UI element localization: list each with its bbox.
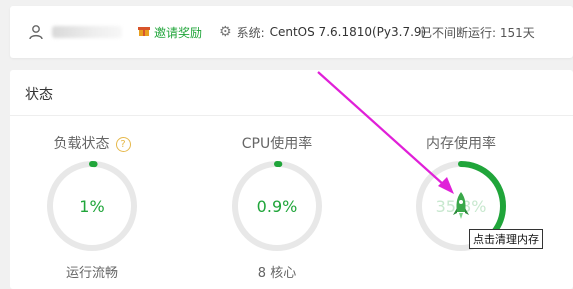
load-gauge[interactable]: 负载状态? 1% 运行流畅 [37, 134, 147, 281]
load-gauge-value: 1% [79, 197, 104, 216]
load-gauge-sub: 运行流畅 [65, 266, 118, 281]
status-panel: 状态 负载状态? 1% 运行流畅 CPU使用率 0.9% 8 核心 内存使用率 … [10, 70, 573, 289]
user-icon [28, 6, 44, 58]
load-gauge-label: 负载状态 [53, 136, 110, 152]
uptime-text: 已不间断运行: 151天 [420, 25, 535, 40]
system-info: ⚙ 系统: CentOS 7.6.1810(Py3.7.9) [219, 6, 426, 58]
cpu-gauge-sub: 8 核心 [257, 266, 297, 281]
load-gauge-ring: 1% [47, 161, 137, 251]
cpu-gauge-label: CPU使用率 [241, 136, 313, 152]
divider [10, 115, 573, 116]
system-value: CentOS 7.6.1810(Py3.7.9) [269, 25, 427, 39]
cpu-gauge-ring: 0.9% [232, 161, 322, 251]
system-label: 系统: [236, 25, 265, 40]
cpu-gauge-value: 0.9% [257, 197, 298, 216]
memory-gauge-label: 内存使用率 [426, 136, 496, 152]
username-blurred [52, 26, 122, 38]
gear-icon: ⚙ [219, 24, 232, 40]
help-icon[interactable]: ? [115, 137, 131, 152]
invite-reward-link[interactable]: 邀请奖励 [138, 6, 202, 58]
top-bar: 邀请奖励 ⚙ 系统: CentOS 7.6.1810(Py3.7.9) 已不间断… [10, 6, 573, 58]
panel-title: 状态 [25, 87, 53, 103]
gift-icon [138, 24, 150, 40]
clean-memory-tooltip[interactable]: 点击清理内存 [469, 229, 543, 249]
invite-reward-label: 邀请奖励 [154, 25, 203, 40]
cpu-gauge[interactable]: CPU使用率 0.9% 8 核心 [222, 134, 332, 281]
